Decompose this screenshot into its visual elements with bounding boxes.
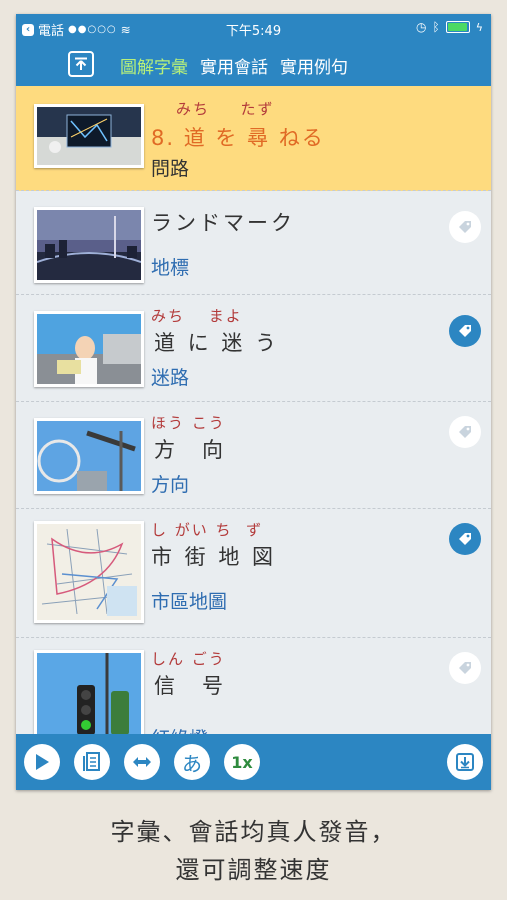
item-meaning: 地標 — [151, 257, 190, 279]
tab-vocabulary[interactable]: 圖解字彙 — [120, 53, 188, 78]
header-item-meaning: 問路 — [151, 158, 190, 180]
caption-line-1: 字彙、會話均真人發音， — [110, 818, 397, 846]
speed-button[interactable]: 1x — [224, 744, 260, 780]
bookmark-tag-icon[interactable] — [449, 652, 481, 684]
list-item[interactable]: ランドマーク 地標 — [16, 191, 491, 295]
list-item[interactable]: し がい ち ず 市 街 地 図 市區地圖 — [16, 509, 491, 638]
header-item-row[interactable]: みち たず 8. 道 を 尋 ねる 問路 — [16, 86, 491, 191]
item-meaning: 紅綠燈 — [151, 724, 208, 734]
header-item-image — [34, 104, 144, 168]
transcript-button[interactable] — [74, 744, 110, 780]
bookmark-tag-icon[interactable] — [449, 315, 481, 347]
alarm-icon: ◷ — [416, 20, 427, 34]
item-reading: ほう こう — [151, 414, 226, 432]
download-icon[interactable] — [447, 744, 483, 780]
status-bar: ‹ 電話 ●●○○○ ≋ 下午5:49 ◷ ᛒ ϟ — [16, 14, 491, 42]
item-word: 市 街 地 図 — [151, 545, 277, 569]
item-image-lost — [34, 311, 144, 387]
bottom-toolbar: あ 1x — [16, 734, 491, 790]
item-word: ランドマーク — [151, 211, 295, 235]
play-button[interactable] — [24, 744, 60, 780]
tab-group: 圖解字彙 實用會話 實用例句 — [120, 53, 348, 78]
bookmark-tag-icon[interactable] — [449, 523, 481, 555]
item-image-city-map — [34, 521, 144, 623]
status-right: ◷ ᛒ ϟ — [416, 20, 483, 34]
phone-screen: ‹ 電話 ●●○○○ ≋ 下午5:49 ◷ ᛒ ϟ 圖解字彙 實用會話 實用例句 — [16, 14, 491, 790]
item-meaning: 迷路 — [151, 367, 190, 389]
item-meaning: 方向 — [151, 474, 190, 496]
item-reading: しん ごう — [151, 650, 226, 668]
tab-example-sentences[interactable]: 實用例句 — [280, 53, 348, 78]
kana-toggle-button[interactable]: あ — [174, 744, 210, 780]
item-word: 信 号 — [154, 674, 226, 698]
nav-bar: 圖解字彙 實用會話 實用例句 — [16, 42, 491, 86]
bookmark-tag-icon[interactable] — [449, 211, 481, 243]
caption-line-2: 還可調整速度 — [175, 856, 332, 884]
list-item[interactable]: ほう こう 方 向 方向 — [16, 402, 491, 509]
bookmark-tag-icon[interactable] — [449, 416, 481, 448]
bluetooth-icon: ᛒ — [432, 20, 440, 34]
header-item-reading: みち たず — [176, 100, 275, 118]
item-word: 方 向 — [154, 438, 226, 462]
tab-conversation[interactable]: 實用會話 — [200, 53, 268, 78]
header-item-word: 8. 道 を 尋 ねる — [151, 126, 325, 150]
item-reading: し がい ち ず — [151, 521, 264, 539]
battery-icon — [445, 21, 470, 33]
list-item[interactable]: みち まよ 道 に 迷 う 迷路 — [16, 295, 491, 402]
upload-icon[interactable] — [68, 51, 94, 77]
vocabulary-list: みち たず 8. 道 を 尋 ねる 問路 ランドマーク 地標 みち まよ 道 に… — [16, 86, 491, 734]
list-item[interactable]: しん ごう 信 号 紅綠燈 — [16, 638, 491, 734]
item-meaning: 市區地圖 — [151, 591, 228, 613]
item-word: 道 に 迷 う — [154, 331, 280, 355]
charging-icon: ϟ — [475, 20, 483, 34]
item-image-traffic-light — [34, 650, 144, 734]
item-image-landmark — [34, 207, 144, 283]
item-image-direction — [34, 418, 144, 494]
item-reading: みち まよ — [151, 307, 243, 325]
repeat-icon[interactable] — [124, 744, 160, 780]
